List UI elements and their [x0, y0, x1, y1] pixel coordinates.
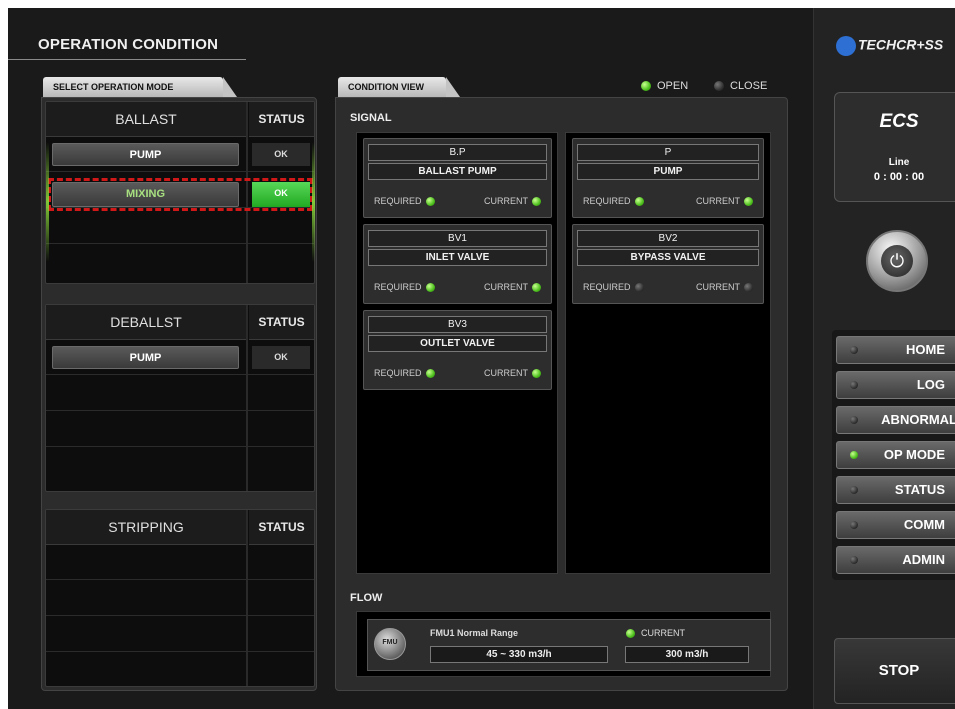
flow-current-label: CURRENT: [641, 628, 685, 638]
ballast-group: BALLAST STATUS PUMP OK MIXING OK: [45, 101, 315, 284]
signal-card-bp: B.P BALLAST PUMP REQUIRED CURRENT: [363, 138, 552, 218]
deballast-pump-button[interactable]: PUMP: [52, 346, 239, 369]
required-led-icon: [634, 283, 644, 293]
deballast-pump-status: OK: [252, 346, 310, 369]
ballast-control-screen: OPERATION CONDITION SELECT OPERATION MOD…: [8, 8, 955, 709]
nav-admin[interactable]: ADMIN: [836, 546, 955, 574]
signal-card-bv3: BV3 OUTLET VALVE REQUIRED CURRENT: [363, 310, 552, 390]
required-led-icon: [425, 283, 435, 293]
page-title: OPERATION CONDITION: [38, 36, 219, 53]
nav-op-mode[interactable]: OP MODE: [836, 441, 955, 469]
card-name: PUMP: [577, 163, 759, 180]
glow-left: [46, 142, 49, 262]
nav-home[interactable]: HOME: [836, 336, 955, 364]
flow-current-value: 300 m3/h: [625, 646, 749, 663]
required-label: REQUIRED: [374, 368, 422, 378]
required-label: REQUIRED: [583, 196, 631, 206]
required-label: REQUIRED: [374, 196, 422, 206]
card-code: B.P: [368, 144, 547, 161]
sidebar: TECHCR+SS ECS Line 0 : 00 : 00 ⏻ HOME LO…: [813, 8, 955, 709]
flow-range-value: 45 ~ 330 m3/h: [430, 646, 608, 663]
nav-comm[interactable]: COMM: [836, 511, 955, 539]
flow-range-label: FMU1 Normal Range: [430, 628, 519, 638]
power-button[interactable]: ⏻: [866, 230, 928, 292]
card-name: OUTLET VALVE: [368, 335, 547, 352]
condition-view-panel: SIGNAL B.P BALLAST PUMP REQUIRED CURRENT…: [335, 97, 788, 691]
op-mode-led-icon: [850, 451, 858, 459]
required-label: REQUIRED: [583, 282, 631, 292]
signal-label: SIGNAL: [350, 112, 392, 124]
stripping-title: STRIPPING: [108, 519, 184, 535]
card-code: P: [577, 144, 759, 161]
status-led-icon: [850, 486, 858, 494]
ballast-pump-button[interactable]: PUMP: [52, 143, 239, 166]
current-led-icon: [532, 283, 541, 293]
line-label: Line: [888, 157, 910, 168]
nav-abnormal[interactable]: ABNORMAL: [836, 406, 955, 434]
deballast-status-header: STATUS: [258, 315, 305, 329]
legend-close: CLOSE: [714, 80, 767, 92]
card-code: BV3: [368, 316, 547, 333]
current-led-icon: [744, 283, 753, 293]
required-led-icon: [425, 369, 435, 379]
selection-highlight: [48, 178, 313, 211]
card-name: BALLAST PUMP: [368, 163, 547, 180]
brand-logo-mark-icon: [836, 36, 856, 56]
required-label: REQUIRED: [374, 282, 422, 292]
timer: 0 : 00 : 00: [873, 171, 925, 183]
ballast-title: BALLAST: [115, 111, 177, 127]
flow-panel: FMU FMU1 Normal Range 45 ~ 330 m3/h CURR…: [356, 611, 771, 677]
card-code: BV1: [368, 230, 547, 247]
select-mode-panel: BALLAST STATUS PUMP OK MIXING OK DEBALLS…: [41, 97, 317, 691]
close-led-icon: [714, 81, 724, 92]
ballast-status-header: STATUS: [258, 112, 305, 126]
current-led-icon: [744, 197, 753, 207]
legend-open: OPEN: [641, 80, 688, 92]
ballast-pump-status: OK: [252, 143, 310, 166]
required-led-icon: [425, 197, 435, 207]
abnormal-led-icon: [850, 416, 858, 424]
power-icon: ⏻: [889, 251, 905, 271]
current-led-icon: [532, 197, 541, 207]
current-led-icon: [532, 369, 541, 379]
nav-log[interactable]: LOG: [836, 371, 955, 399]
brand-logo: TECHCR+SS: [836, 36, 943, 56]
ecs-status-box: ECS Line 0 : 00 : 00: [834, 92, 955, 202]
flow-current-led-icon: [626, 629, 635, 639]
signal-card-p: P PUMP REQUIRED CURRENT: [572, 138, 764, 218]
current-label: CURRENT: [696, 282, 740, 292]
admin-led-icon: [850, 556, 858, 564]
stripping-status-header: STATUS: [258, 520, 305, 534]
current-label: CURRENT: [484, 196, 528, 206]
glow-right: [312, 142, 315, 262]
deballast-title: DEBALLST: [110, 314, 182, 330]
required-led-icon: [634, 197, 644, 207]
log-led-icon: [850, 381, 858, 389]
home-led-icon: [850, 346, 858, 354]
stripping-group: STRIPPING STATUS: [45, 509, 315, 687]
current-label: CURRENT: [484, 282, 528, 292]
current-label: CURRENT: [696, 196, 740, 206]
flow-label: FLOW: [350, 592, 383, 604]
card-name: BYPASS VALVE: [577, 249, 759, 266]
ecs-logo: ECS: [879, 111, 919, 132]
signal-card-bv1: BV1 INLET VALVE REQUIRED CURRENT: [363, 224, 552, 304]
deballast-group: DEBALLST STATUS PUMP OK: [45, 304, 315, 492]
title-divider: [8, 59, 246, 60]
current-label: CURRENT: [484, 368, 528, 378]
flow-meter-icon: FMU: [374, 628, 406, 660]
stop-button[interactable]: STOP: [834, 638, 955, 704]
card-name: INLET VALVE: [368, 249, 547, 266]
comm-led-icon: [850, 521, 858, 529]
card-code: BV2: [577, 230, 759, 247]
tab-select-operation-mode[interactable]: SELECT OPERATION MODE: [43, 77, 237, 97]
tab-condition-view[interactable]: CONDITION VIEW: [338, 77, 460, 97]
nav-status[interactable]: STATUS: [836, 476, 955, 504]
open-led-icon: [641, 81, 651, 92]
signal-card-bv2: BV2 BYPASS VALVE REQUIRED CURRENT: [572, 224, 764, 304]
